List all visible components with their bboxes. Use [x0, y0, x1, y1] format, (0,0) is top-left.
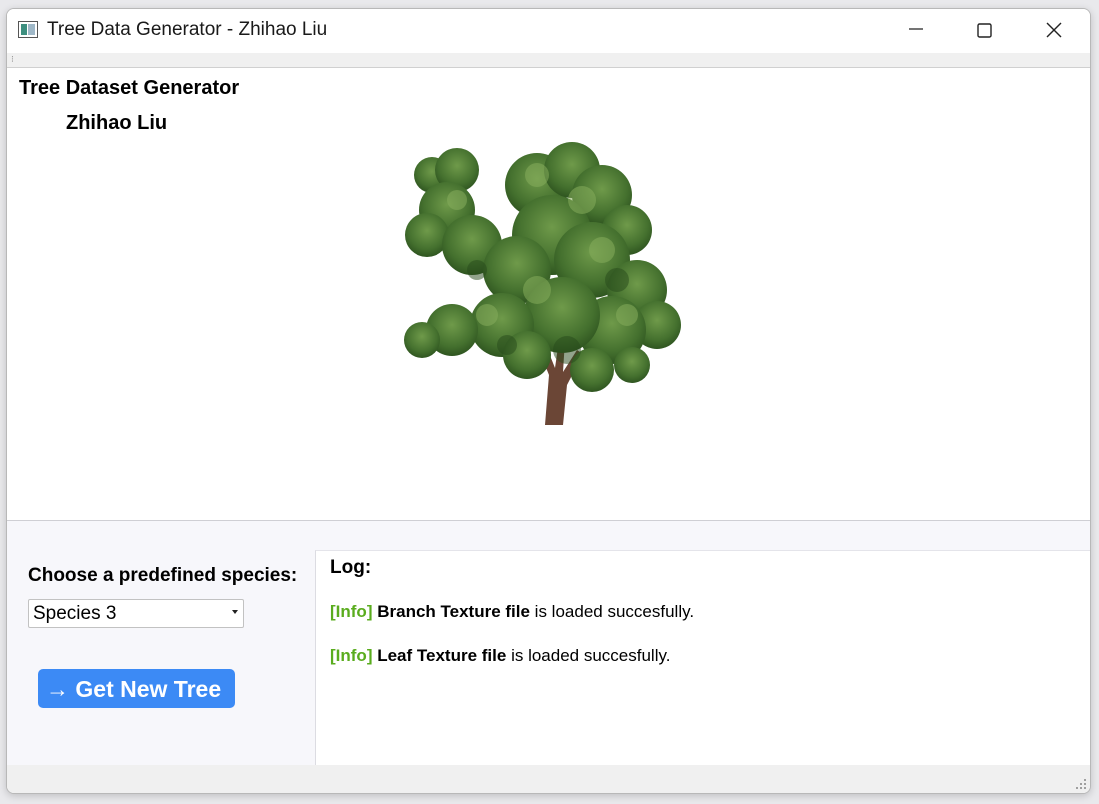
log-entry: [Info] Branch Texture file is loaded suc… — [330, 602, 694, 622]
species-select[interactable]: Species 3 — [28, 599, 244, 628]
close-button[interactable] — [1020, 9, 1088, 53]
get-new-tree-button[interactable]: → Get New Tree — [38, 669, 235, 708]
status-bar — [7, 765, 1090, 793]
log-panel[interactable]: Log: [Info] Branch Texture file is loade… — [315, 550, 1090, 766]
title-bar[interactable]: Tree Data Generator - Zhihao Liu — [7, 9, 1090, 53]
log-entry-tag: [Info] — [330, 602, 373, 621]
log-entry-message: is loaded succesfully. — [529, 602, 695, 621]
tree-render — [404, 142, 681, 425]
tree-viewport[interactable]: Tree Dataset Generator Zhihao Liu — [7, 68, 1090, 520]
viewport-title: Tree Dataset Generator — [19, 77, 240, 99]
minimize-icon — [909, 28, 923, 30]
log-entry-message: is loaded succesfully. — [506, 646, 671, 665]
maximize-icon — [977, 23, 992, 38]
app-icon — [18, 21, 38, 38]
minimize-button[interactable] — [882, 9, 950, 53]
chevron-down-icon — [232, 610, 238, 614]
log-entry-file: Leaf Texture file — [377, 646, 507, 665]
control-panel: Choose a predefined species: Species 3 →… — [7, 521, 1090, 766]
maximize-button[interactable] — [950, 9, 1018, 53]
viewport-author: Zhihao Liu — [66, 112, 168, 134]
close-icon — [1046, 22, 1062, 38]
toolbar-grip[interactable]: ⁝ — [7, 53, 1090, 68]
grip-dots-icon: ⁝ — [11, 54, 14, 64]
log-entry-file: Branch Texture file — [377, 602, 530, 621]
window-title: Tree Data Generator - Zhihao Liu — [47, 19, 328, 40]
app-window: Tree Data Generator - Zhihao Liu ⁝ Tree … — [6, 8, 1091, 794]
resize-grip-icon[interactable] — [1075, 778, 1087, 790]
species-select-value: Species 3 — [33, 603, 117, 624]
log-title: Log: — [330, 557, 372, 578]
log-entry: [Info] Leaf Texture file is loaded succe… — [330, 646, 670, 666]
species-label: Choose a predefined species: — [28, 565, 298, 586]
log-entry-tag: [Info] — [330, 646, 373, 665]
